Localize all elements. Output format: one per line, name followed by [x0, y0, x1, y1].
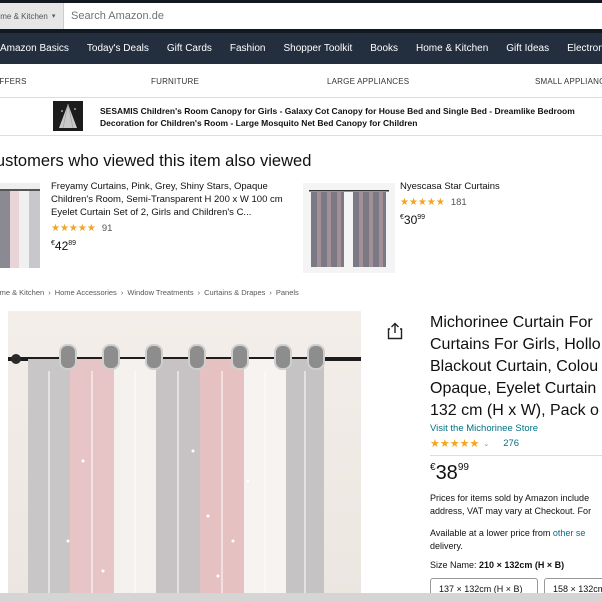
lower-price-text: delivery.: [430, 541, 463, 551]
search-category-label: Home & Kitchen: [0, 11, 48, 21]
price-cents: 99: [417, 214, 426, 221]
size-name-label: Size Name: 210 × 132cm (H × B): [430, 560, 564, 570]
card-rating[interactable]: ★★★★★ 91: [51, 222, 291, 234]
top-header: Home & Kitchen ▾: [0, 0, 602, 33]
nav-item-todays-deals[interactable]: Today's Deals: [87, 43, 149, 54]
price-whole: 42: [54, 239, 69, 253]
nav-item-fashion[interactable]: Fashion: [230, 43, 266, 54]
nav-item-amazon-basics[interactable]: Amazon Basics: [0, 43, 69, 54]
card-rating[interactable]: ★★★★★ 181: [400, 196, 600, 208]
sub-nav: OFFERS FURNITURE LARGE APPLIANCES SMALL …: [0, 64, 602, 98]
banner-thumbnail[interactable]: [53, 101, 83, 131]
lower-price-note: Available at a lower price from other se…: [430, 527, 602, 553]
nav-item-books[interactable]: Books: [370, 43, 398, 54]
vat-note-line: Prices for items sold by Amazon include: [430, 493, 590, 503]
sub-nav-large-appliances[interactable]: LARGE APPLIANCES: [327, 77, 409, 86]
sub-nav-furniture[interactable]: FURNITURE: [151, 77, 199, 86]
nav-item-gift-cards[interactable]: Gift Cards: [167, 43, 212, 54]
share-icon[interactable]: [387, 322, 403, 340]
chevron-down-icon: ▾: [51, 13, 56, 20]
divider: [430, 455, 602, 456]
price-whole: 30: [403, 213, 418, 227]
vat-note: Prices for items sold by Amazon include …: [430, 492, 602, 518]
breadcrumb-separator: ›: [48, 288, 51, 297]
search-category-dropdown[interactable]: Home & Kitchen ▾: [0, 3, 64, 29]
product-title: Michorinee Curtain For Curtains For Girl…: [430, 312, 602, 422]
sub-nav-offers[interactable]: OFFERS: [0, 77, 27, 86]
also-viewed-title: Customers who viewed this item also view…: [0, 152, 312, 170]
star-rating-icon: ★★★★★: [400, 196, 445, 208]
price-whole: 38: [435, 462, 458, 484]
size-label-text: Size Name:: [430, 560, 477, 570]
main-product-image[interactable]: [8, 311, 361, 602]
product-title-line: Opaque, Eyelet Curtain: [430, 380, 597, 397]
nav-item-home-kitchen[interactable]: Home & Kitchen: [416, 43, 488, 54]
nav-item-electronics[interactable]: Electronics & Photo: [567, 43, 602, 54]
chevron-down-icon[interactable]: ⌄: [483, 440, 489, 448]
card-price: €3099: [400, 213, 600, 227]
search-bar: Home & Kitchen ▾: [0, 3, 602, 29]
other-sellers-link[interactable]: other se: [553, 528, 586, 538]
vat-note-line: address, VAT may vary at Checkout. For: [430, 506, 592, 516]
nav-item-gift-ideas[interactable]: Gift Ideas: [506, 43, 549, 54]
size-selected-value: 210 × 132cm (H × B): [479, 560, 565, 570]
sponsored-banner[interactable]: SESAMIS Children's Room Canopy for Girls…: [0, 98, 602, 136]
product-title-line: Curtains For Girls, Hollo: [430, 336, 601, 353]
product-rating[interactable]: ★★★★★ ⌄ 276: [430, 437, 519, 450]
product-image-freyamy[interactable]: [0, 183, 40, 268]
product-title-line: 132 cm (H x W), Pack o: [430, 402, 599, 419]
product-price: €3899: [430, 462, 469, 485]
star-rating-icon: ★★★★★: [51, 222, 96, 234]
banner-title[interactable]: SESAMIS Children's Room Canopy for Girls…: [100, 105, 602, 129]
review-count-link[interactable]: 276: [503, 438, 519, 449]
product-title-line: Michorinee Curtain For: [430, 314, 593, 331]
breadcrumb-item[interactable]: Home Accessories: [55, 288, 117, 297]
breadcrumb-separator: ›: [197, 288, 201, 297]
breadcrumb-item[interactable]: Home & Kitchen: [0, 288, 44, 297]
price-cents: 89: [68, 240, 77, 247]
star-rating-icon: ★★★★★: [430, 438, 480, 450]
product-title-line: Blackout Curtain, Colou: [430, 358, 599, 375]
nav-item-shopper-toolkit[interactable]: Shopper Toolkit: [283, 43, 352, 54]
lower-price-text: Available at a lower price from: [430, 528, 551, 538]
card-price: €4289: [51, 239, 291, 253]
review-count[interactable]: 181: [451, 197, 467, 208]
breadcrumb-item[interactable]: Window Treatments: [127, 288, 193, 297]
price-cents: 99: [457, 462, 469, 473]
main-nav: Amazon Basics Today's Deals Gift Cards F…: [0, 33, 602, 64]
breadcrumb: Home & Kitchen›Home Accessories›Window T…: [0, 288, 299, 297]
review-count[interactable]: 91: [102, 223, 113, 234]
breadcrumb-separator: ›: [269, 288, 272, 297]
store-link[interactable]: Visit the Michorinee Store: [430, 423, 538, 434]
breadcrumb-separator: ›: [120, 288, 124, 297]
horizontal-scrollbar[interactable]: [0, 593, 602, 602]
card-title[interactable]: Nyescasa Star Curtains: [400, 180, 600, 193]
sub-nav-small-appliances[interactable]: SMALL APPLIANCES: [535, 77, 602, 86]
search-input[interactable]: [64, 3, 602, 29]
breadcrumb-item[interactable]: Panels: [276, 288, 299, 297]
also-viewed-card-1[interactable]: Freyamy Curtains, Pink, Grey, Shiny Star…: [51, 180, 291, 253]
also-viewed-card-2[interactable]: Nyescasa Star Curtains ★★★★★ 181 €3099: [400, 180, 600, 227]
product-image-nyescasa[interactable]: [303, 183, 395, 273]
breadcrumb-item[interactable]: Curtains & Drapes: [204, 288, 265, 297]
card-title[interactable]: Freyamy Curtains, Pink, Grey, Shiny Star…: [51, 180, 291, 219]
